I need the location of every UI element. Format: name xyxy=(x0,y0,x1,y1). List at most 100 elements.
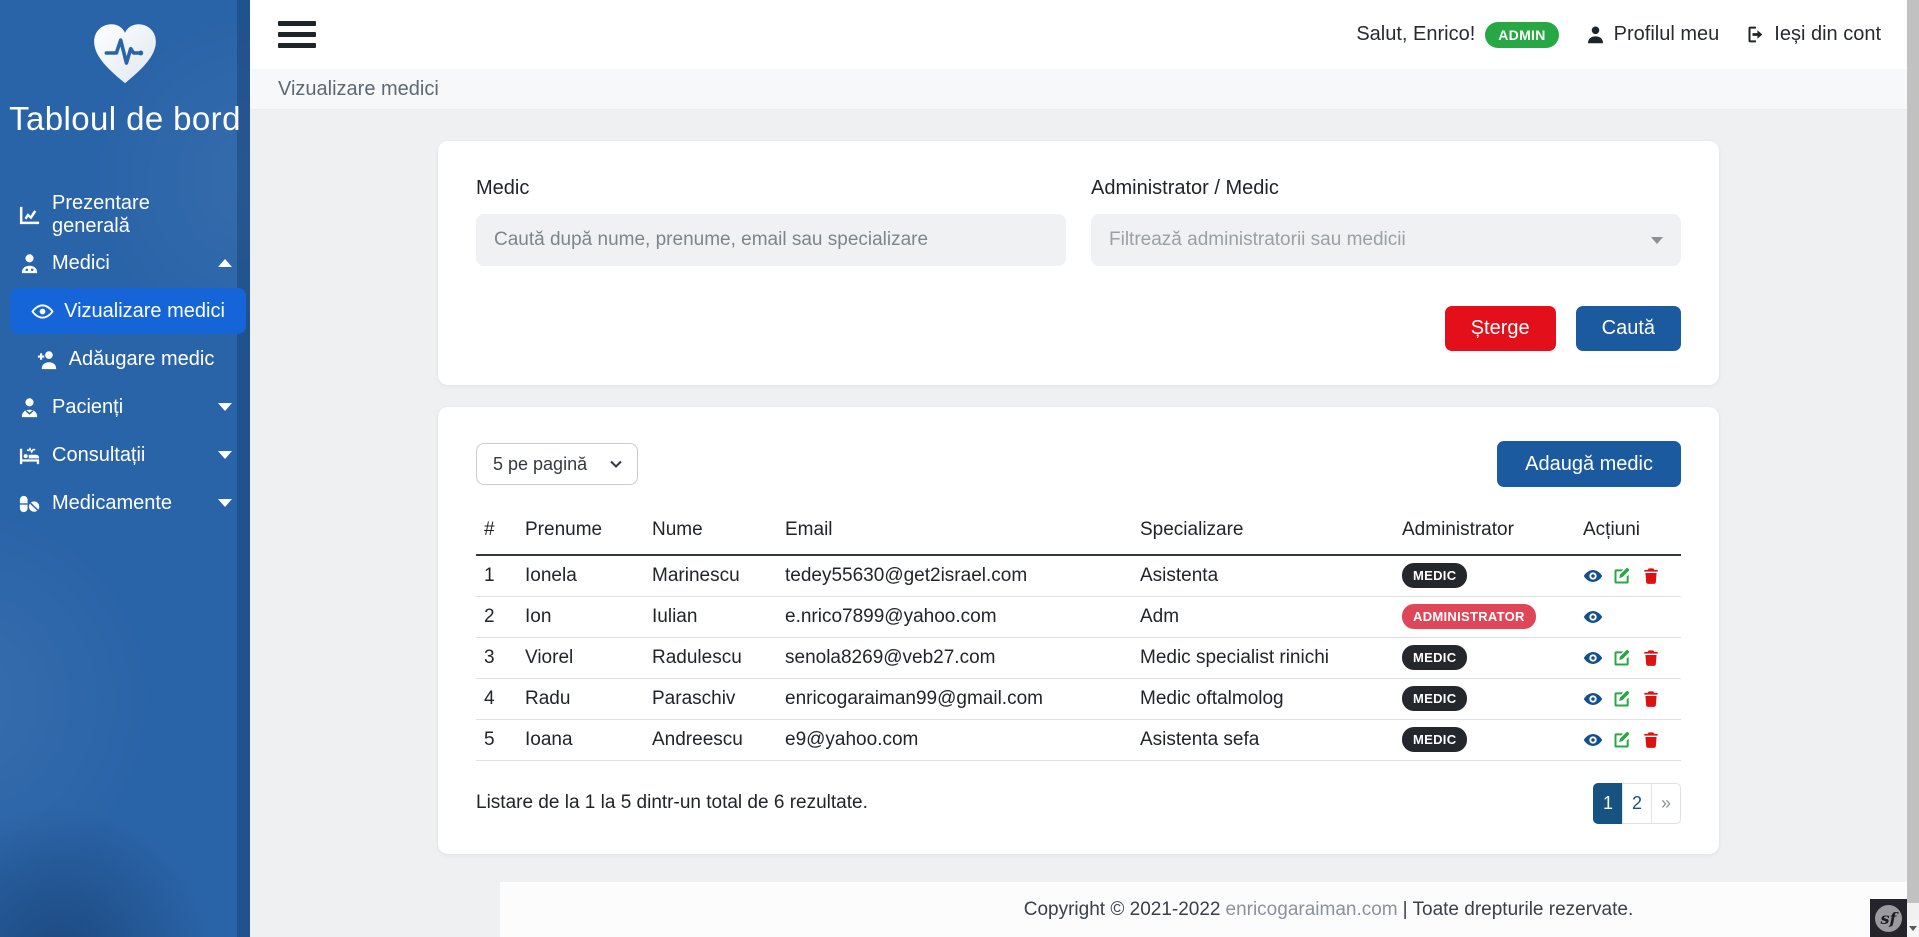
cell-prenume: Ioana xyxy=(517,719,644,760)
admin-medic-select[interactable]: Filtrează administratorii sau medicii xyxy=(1091,214,1681,266)
eye-icon xyxy=(1583,648,1603,668)
per-page-select[interactable]: 5 pe pagină xyxy=(476,443,638,485)
col-header-prenume: Prenume xyxy=(517,511,644,555)
cell-actiuni xyxy=(1575,596,1681,637)
medic-label: Medic xyxy=(476,177,1066,200)
cell-actiuni xyxy=(1575,678,1681,719)
cell-specializare: Medic specialist rinichi xyxy=(1132,637,1394,678)
table-row: 4RaduParaschivenricogaraiman99@gmail.com… xyxy=(476,678,1681,719)
user-doctor-icon xyxy=(18,252,41,275)
sidebar-item-label: Pacienți xyxy=(52,396,123,419)
cell-index: 3 xyxy=(476,637,517,678)
cell-email: senola8269@veb27.com xyxy=(777,637,1132,678)
trash-icon xyxy=(1641,730,1661,750)
logout-link[interactable]: Ieși din cont xyxy=(1745,23,1881,46)
doctors-table-card: 5 pe pagină Adaugă medic # Prenume xyxy=(438,407,1719,854)
pagination-page-2[interactable]: 2 xyxy=(1622,783,1652,824)
hamburger-menu-icon[interactable] xyxy=(278,21,316,48)
delete-button[interactable] xyxy=(1641,566,1661,586)
filter-card: Medic Administrator / Medic Filtrează ad… xyxy=(438,141,1719,385)
col-header-specializare: Specializare xyxy=(1132,511,1394,555)
dropdown-caret-icon xyxy=(1651,237,1663,244)
pencil-square-icon xyxy=(1612,648,1632,668)
sidebar-item-medicamente[interactable]: Medicamente xyxy=(0,479,250,527)
scrollbar-thumb[interactable] xyxy=(1907,0,1919,903)
delete-button[interactable] xyxy=(1641,689,1661,709)
delete-button[interactable] xyxy=(1641,730,1661,750)
symfony-debug-toggle[interactable]: sf xyxy=(1870,899,1907,937)
search-button[interactable]: Caută xyxy=(1576,306,1681,351)
cell-index: 4 xyxy=(476,678,517,719)
col-header-nume: Nume xyxy=(644,511,777,555)
view-button[interactable] xyxy=(1583,607,1603,627)
edit-button[interactable] xyxy=(1612,689,1632,709)
sidebar-item-vizualizare-medici[interactable]: Vizualizare medici xyxy=(10,288,246,334)
cell-nume: Andreescu xyxy=(644,719,777,760)
sidebar-item-label: Medici xyxy=(52,252,110,275)
role-badge: MEDIC xyxy=(1402,563,1467,588)
pencil-square-icon xyxy=(1612,730,1632,750)
cell-index: 2 xyxy=(476,596,517,637)
page-footer: Copyright © 2021-2022 enricogaraiman.com… xyxy=(500,882,1919,937)
footer-link[interactable]: enricogaraiman.com xyxy=(1226,899,1398,921)
copyright-text: Copyright © 2021-2022 xyxy=(1024,899,1221,921)
pagination: 1 2 » xyxy=(1593,783,1681,824)
trash-icon xyxy=(1641,689,1661,709)
edit-button[interactable] xyxy=(1612,648,1632,668)
results-summary: Listare de la 1 la 5 dintr-un total de 6… xyxy=(476,792,868,814)
user-greeting: Salut, Enrico! ADMIN xyxy=(1356,22,1558,48)
role-badge: ADMIN xyxy=(1485,22,1558,48)
sidebar-menu: Prezentare generală Medici Vizualizare m… xyxy=(0,191,250,527)
view-button[interactable] xyxy=(1583,566,1603,586)
eye-icon xyxy=(31,300,54,323)
pencil-square-icon xyxy=(1612,566,1632,586)
breadcrumb: Vizualizare medici xyxy=(250,69,1907,110)
topbar: Salut, Enrico! ADMIN Profilul meu Ieși xyxy=(250,0,1907,69)
view-button[interactable] xyxy=(1583,689,1603,709)
cell-prenume: Ion xyxy=(517,596,644,637)
topbar-right: Salut, Enrico! ADMIN Profilul meu Ieși xyxy=(1356,22,1881,48)
chart-line-icon xyxy=(18,204,41,227)
role-badge: MEDIC xyxy=(1402,686,1467,711)
cell-prenume: Ionela xyxy=(517,555,644,596)
rights-text: | Toate drepturile rezervate. xyxy=(1403,899,1634,921)
app-root: Tabloul de bord Prezentare generală Medi… xyxy=(0,0,1919,937)
vertical-scrollbar[interactable] xyxy=(1907,0,1919,937)
sidebar-item-label: Prezentare generală xyxy=(52,192,232,238)
delete-filters-button[interactable]: Șterge xyxy=(1445,306,1556,351)
table-header-row: # Prenume Nume Email Specializare Admini… xyxy=(476,511,1681,555)
add-doctor-button[interactable]: Adaugă medic xyxy=(1497,441,1681,487)
bed-icon xyxy=(18,444,41,467)
edit-button[interactable] xyxy=(1612,730,1632,750)
delete-button[interactable] xyxy=(1641,648,1661,668)
pagination-next[interactable]: » xyxy=(1651,783,1681,824)
sidebar-item-medici[interactable]: Medici xyxy=(0,239,250,287)
edit-button[interactable] xyxy=(1612,566,1632,586)
table-row: 3ViorelRadulescusenola8269@veb27.comMedi… xyxy=(476,637,1681,678)
pagination-page-1[interactable]: 1 xyxy=(1593,783,1623,824)
sidebar-item-pacienti[interactable]: Pacienți xyxy=(0,383,250,431)
heart-pulse-logo-icon xyxy=(89,20,161,86)
sidebar-item-consultatii[interactable]: Consultații xyxy=(0,431,250,479)
view-button[interactable] xyxy=(1583,648,1603,668)
admin-medic-label: Administrator / Medic xyxy=(1091,177,1681,200)
table-row: 1IonelaMarinescutedey55630@get2israel.co… xyxy=(476,555,1681,596)
chevron-up-icon xyxy=(218,259,232,267)
sidebar-item-label: Adăugare medic xyxy=(69,348,215,371)
cell-nume: Marinescu xyxy=(644,555,777,596)
logout-label: Ieși din cont xyxy=(1774,23,1881,46)
eye-icon xyxy=(1583,730,1603,750)
profile-link[interactable]: Profilul meu xyxy=(1585,23,1720,46)
table-row: 2IonIuliane.nrico7899@yahoo.comAdmADMINI… xyxy=(476,596,1681,637)
doctors-table: # Prenume Nume Email Specializare Admini… xyxy=(476,511,1681,761)
main-area: Salut, Enrico! ADMIN Profilul meu Ieși xyxy=(250,0,1907,937)
medic-search-input[interactable] xyxy=(476,214,1066,266)
cell-email: e9@yahoo.com xyxy=(777,719,1132,760)
view-button[interactable] xyxy=(1583,730,1603,750)
sidebar-item-label: Medicamente xyxy=(52,492,172,515)
sidebar-item-adaugare-medic[interactable]: Adăugare medic xyxy=(0,335,250,383)
chevron-down-icon xyxy=(218,499,232,507)
cell-administrator: ADMINISTRATOR xyxy=(1394,596,1575,637)
scrollbar-down-button[interactable] xyxy=(1907,920,1919,937)
sidebar-item-prezentare-generala[interactable]: Prezentare generală xyxy=(0,191,250,239)
